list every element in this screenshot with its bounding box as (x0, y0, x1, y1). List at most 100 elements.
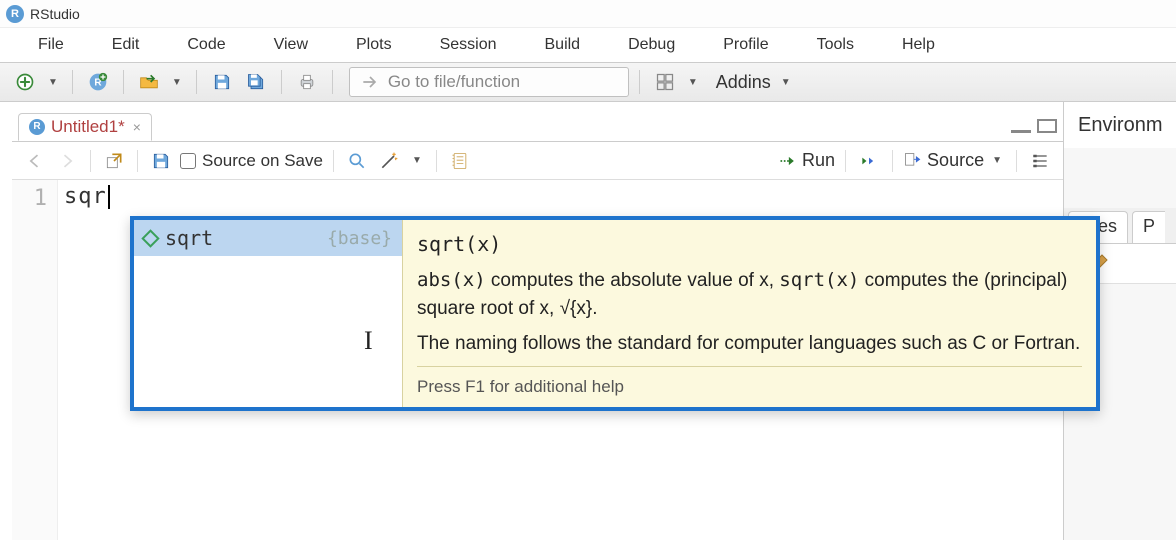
grid-view-button[interactable] (650, 68, 680, 96)
arrow-left-icon (25, 151, 45, 171)
addins-label: Addins (716, 72, 771, 93)
autocomplete-list[interactable]: sqrt {base} I (134, 220, 402, 407)
source-on-save-label: Source on Save (202, 151, 323, 171)
menu-code[interactable]: Code (163, 30, 249, 60)
help-paragraph-2: The naming follows the standard for comp… (417, 330, 1082, 358)
help-paragraph-1: abs(x) computes the absolute value of x,… (417, 267, 1082, 322)
separator (1016, 150, 1017, 172)
separator (892, 150, 893, 172)
menu-build[interactable]: Build (521, 30, 605, 60)
notebook-icon (450, 151, 470, 171)
compile-report-button[interactable] (447, 148, 473, 174)
menu-tools[interactable]: Tools (793, 30, 878, 60)
save-all-icon (246, 72, 266, 92)
autocomplete-item-package: {base} (327, 228, 392, 249)
save-button[interactable] (207, 68, 237, 96)
separator (332, 70, 333, 94)
addins-menu[interactable]: Addins ▼ (716, 72, 795, 93)
text-cursor-icon: I (364, 326, 402, 356)
menu-session[interactable]: Session (416, 30, 521, 60)
environment-tabstrip: Environm (1064, 102, 1176, 148)
goto-placeholder: Go to file/function (388, 72, 520, 92)
show-in-new-window-button[interactable] (101, 148, 127, 174)
grid-icon (655, 72, 675, 92)
code-area[interactable]: sqr sqrt {base} I sqrt(x) ab (58, 180, 1063, 540)
new-project-button[interactable]: R (83, 68, 113, 96)
find-replace-button[interactable] (344, 148, 370, 174)
editor-tab-untitled1[interactable]: R Untitled1* × (18, 113, 152, 141)
magnifier-icon (347, 151, 367, 171)
save-file-button[interactable] (148, 148, 174, 174)
save-icon (151, 151, 171, 171)
separator (90, 150, 91, 172)
menu-view[interactable]: View (250, 30, 332, 60)
editor-tabstrip: R Untitled1* × (12, 110, 1063, 142)
run-button[interactable]: Run (778, 150, 835, 171)
app-title: RStudio (30, 6, 80, 22)
line-number: 1 (12, 186, 47, 211)
r-file-icon: R (29, 119, 45, 135)
open-recent-dropdown[interactable]: ▼ (168, 77, 186, 88)
pane-window-controls (1011, 119, 1057, 133)
new-file-button[interactable] (10, 68, 40, 96)
editor-toolbar: Source on Save ▼ Run (12, 142, 1063, 180)
run-label: Run (802, 150, 835, 171)
code-tools-dropdown[interactable]: ▼ (408, 155, 426, 166)
code-line-1: sqr (64, 184, 1057, 209)
separator (639, 70, 640, 94)
help-code-abs: abs(x) (417, 269, 486, 291)
outline-icon (1030, 151, 1050, 171)
source-dropdown[interactable]: ▼ (988, 155, 1006, 166)
help-signature: sqrt(x) (417, 230, 1082, 259)
separator (333, 150, 334, 172)
editor-tab-title: Untitled1* (51, 117, 125, 137)
separator (196, 70, 197, 94)
help-footer: Press F1 for additional help (417, 366, 1082, 408)
separator (281, 70, 282, 94)
goto-arrow-icon (360, 72, 380, 92)
line-gutter: 1 (12, 180, 58, 540)
app-icon: R (6, 5, 24, 23)
new-file-dropdown[interactable]: ▼ (44, 77, 62, 88)
menu-edit[interactable]: Edit (88, 30, 164, 60)
function-diamond-icon (141, 229, 159, 247)
menubar: File Edit Code View Plots Session Build … (0, 28, 1176, 62)
code-editor[interactable]: 1 sqr sqrt {base} I sqrt(x) (12, 180, 1063, 540)
tab-environment[interactable]: Environm (1068, 114, 1162, 137)
save-all-button[interactable] (241, 68, 271, 96)
autocomplete-item-sqrt[interactable]: sqrt {base} (134, 220, 402, 256)
separator (436, 150, 437, 172)
main-toolbar: ▼ R ▼ Go to file/function ▼ Addins ▼ (0, 62, 1176, 102)
separator (123, 70, 124, 94)
grid-view-dropdown[interactable]: ▼ (684, 77, 702, 88)
run-arrow-icon (778, 151, 798, 171)
menu-plots[interactable]: Plots (332, 30, 416, 60)
goto-file-function-input[interactable]: Go to file/function (349, 67, 629, 97)
autocomplete-popup: sqrt {base} I sqrt(x) abs(x) computes th… (130, 216, 1100, 411)
source-icon (903, 151, 923, 171)
open-file-button[interactable] (134, 68, 164, 96)
code-tools-button[interactable] (376, 148, 402, 174)
rerun-icon (859, 151, 879, 171)
source-on-save-checkbox[interactable]: Source on Save (180, 151, 323, 171)
checkbox-icon (180, 153, 196, 169)
back-button[interactable] (22, 148, 48, 174)
maximize-pane-button[interactable] (1037, 119, 1057, 133)
menu-profile[interactable]: Profile (699, 30, 792, 60)
outline-button[interactable] (1027, 148, 1053, 174)
menu-debug[interactable]: Debug (604, 30, 699, 60)
menu-file[interactable]: File (14, 30, 88, 60)
close-tab-button[interactable]: × (133, 119, 141, 135)
print-button[interactable] (292, 68, 322, 96)
addins-caret-icon: ▼ (777, 77, 795, 88)
help-code-sqrt: sqrt(x) (779, 269, 859, 291)
forward-button[interactable] (54, 148, 80, 174)
source-label: Source (927, 150, 984, 171)
separator (72, 70, 73, 94)
rerun-button[interactable] (856, 148, 882, 174)
minimize-pane-button[interactable] (1011, 129, 1031, 133)
autocomplete-item-name: sqrt (165, 226, 213, 250)
tab-plots[interactable]: P (1132, 211, 1165, 243)
menu-help[interactable]: Help (878, 30, 959, 60)
source-button[interactable]: Source ▼ (903, 150, 1006, 171)
